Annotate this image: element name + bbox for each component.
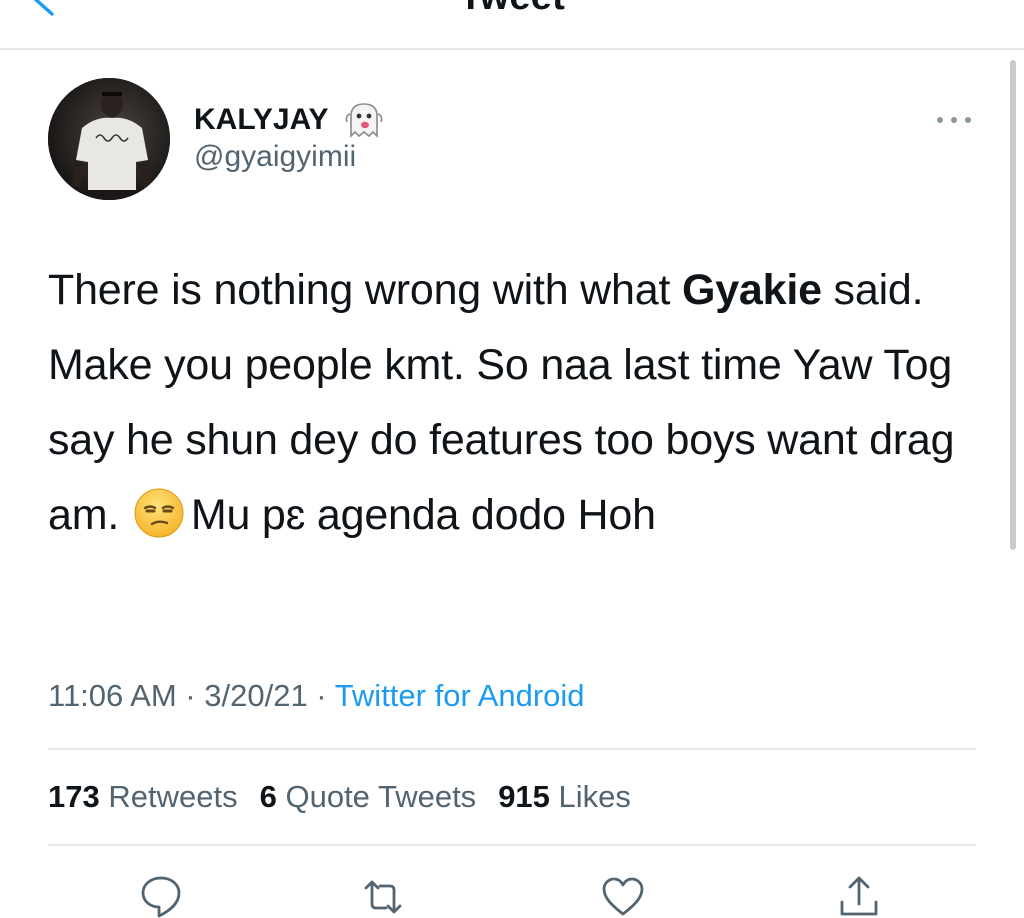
meta-separator: · <box>176 678 205 713</box>
likes-label: Likes <box>558 779 631 814</box>
share-button[interactable] <box>836 874 882 918</box>
author-display-name[interactable]: KALYJAY <box>194 103 329 137</box>
divider <box>48 748 976 750</box>
tweet-text-part-1: There is nothing wrong with what <box>48 266 682 314</box>
retweets-label: Retweets <box>108 779 238 814</box>
share-icon <box>840 876 878 916</box>
tweet-detail-screen: Tweet KALYJAY <box>0 0 1024 918</box>
retweet-button[interactable] <box>360 874 406 918</box>
ghost-emoji-icon <box>345 103 382 138</box>
quote-tweets-label: Quote Tweets <box>285 779 477 814</box>
quote-tweets-stat[interactable]: 6 Quote Tweets <box>260 779 477 815</box>
reply-icon <box>141 876 181 918</box>
quote-tweets-count: 6 <box>259 779 277 814</box>
mention-gyakie: Gyakie <box>681 266 822 314</box>
unamused-face-emoji-icon <box>134 488 184 538</box>
more-options-button[interactable] <box>932 106 976 134</box>
engagement-stats: 173 Retweets 6 Quote Tweets 915 Likes <box>48 779 631 815</box>
retweets-stat[interactable]: 173 Retweets <box>48 779 238 815</box>
profile-photo <box>48 78 170 200</box>
likes-stat[interactable]: 915 Likes <box>498 779 631 815</box>
tweet-date: 3/20/21 <box>204 678 308 713</box>
retweets-count: 173 <box>48 779 100 814</box>
scrollbar[interactable] <box>1010 60 1016 550</box>
reply-button[interactable] <box>138 874 184 918</box>
page-title: Tweet <box>0 0 1024 19</box>
author-name-row[interactable]: KALYJAY <box>194 98 387 142</box>
tweet-timestamp-line: 11:06 AM · 3/20/21 · Twitter for Android <box>48 678 585 714</box>
top-nav-bar: Tweet <box>0 0 1024 50</box>
avatar[interactable] <box>48 78 170 200</box>
tweet-action-bar <box>0 872 1024 918</box>
heart-icon <box>602 877 644 916</box>
like-button[interactable] <box>600 874 646 918</box>
retweet-icon <box>364 880 402 914</box>
divider <box>48 844 976 846</box>
tweet-text: There is nothing wrong with what Gyakie … <box>48 253 988 553</box>
author-handle[interactable]: @gyaigyimii <box>194 140 356 174</box>
tweet-source-link[interactable]: Twitter for Android <box>335 678 585 713</box>
tweet-time: 11:06 AM <box>48 678 177 713</box>
likes-count: 915 <box>498 779 550 814</box>
meta-separator: · <box>307 678 335 713</box>
more-horizontal-icon <box>937 117 971 123</box>
tweet-text-part-3: Mu pɛ agenda dodo Hoh <box>190 491 656 539</box>
